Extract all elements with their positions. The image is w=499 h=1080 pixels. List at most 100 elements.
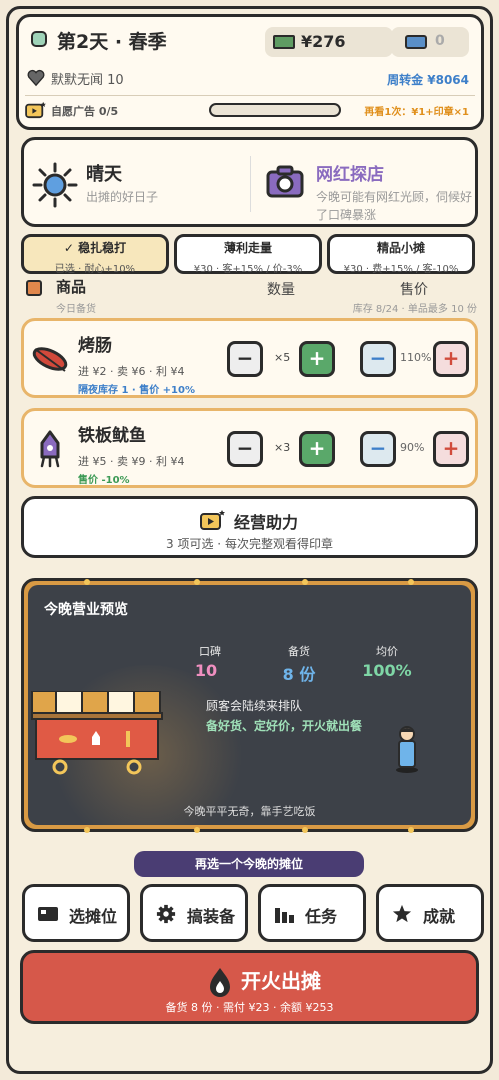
strategy-title: 薄利走量	[223, 241, 272, 255]
qty-value: ×5	[274, 351, 291, 364]
qty-minus-button[interactable]: −	[227, 431, 263, 467]
start-title: 开火出摊	[241, 969, 321, 993]
stat-reputation-label: 口碑	[199, 645, 221, 658]
day-title: 第2天 · 春季	[57, 31, 167, 53]
cash-value: ¥276	[301, 32, 346, 51]
cash-pill: ¥276	[265, 27, 393, 57]
price-percent: 90%	[400, 441, 425, 454]
nav-achievements-button[interactable]: 成就	[376, 884, 484, 942]
item-economics: 进 ¥2 · 卖 ¥6 · 利 ¥4	[78, 365, 185, 378]
stock-info: 库存 8/24 · 单品最多 10 份	[352, 304, 477, 315]
customer-icon	[396, 726, 418, 773]
divider	[25, 95, 475, 96]
strategy-desc: 已选 · 耐心+10%	[54, 264, 136, 275]
item-note: 隔夜库存 1 · 售价 +10%	[78, 385, 195, 396]
goods-item: 烤肠 进 ¥2 · 卖 ¥6 · 利 ¥4 隔夜库存 1 · 售价 +10% −…	[21, 318, 478, 398]
stat-reputation-value: 10	[194, 661, 218, 680]
ticket-icon	[405, 35, 427, 49]
qty-plus-button[interactable]: +	[299, 431, 335, 467]
strategy-premium[interactable]: 精品小摊 ¥30 · 费+15% / 客-10%	[327, 234, 475, 275]
preview-footer: 今晚平平无奇，靠手艺吃饭	[183, 805, 316, 818]
qty-minus-button[interactable]: −	[227, 341, 263, 377]
price-minus-button[interactable]: −	[360, 341, 396, 377]
stat-stock-value: 8 份	[282, 665, 316, 684]
ad-video-icon[interactable]	[25, 101, 47, 119]
flame-icon	[210, 968, 230, 997]
light-bulb	[194, 827, 200, 833]
ticket-value: 0	[435, 33, 445, 49]
day-icon	[31, 31, 47, 47]
preview-tip: 备好货、定好价，开火就出餐	[206, 719, 363, 733]
qty-value: ×3	[274, 441, 291, 454]
camera-icon	[266, 165, 304, 198]
qty-plus-button[interactable]: +	[299, 341, 335, 377]
goods-subtitle: 今日备货	[56, 304, 96, 315]
strategy-volume[interactable]: 薄利走量 ¥30 · 客+15% / 价-3%	[174, 234, 322, 275]
start-subtitle: 备货 8 份 · 需付 ¥23 · 余额 ¥253	[165, 1001, 334, 1014]
ad-progress-bar	[209, 103, 341, 117]
star-icon	[392, 904, 412, 923]
stat-price-value: 100%	[362, 661, 412, 680]
sausage-icon	[32, 347, 68, 372]
ads-count: 自愿广告 0/5	[51, 105, 119, 118]
nav-label: 选摊位	[69, 907, 118, 926]
preview-panel: 今晚营业预览 口碑 10 备货 8 份 均价 100% 顾客会陆续来排队 备好货…	[21, 578, 478, 833]
column-price: 售价	[400, 282, 428, 298]
event-desc: 今晚可能有网红光顾，伺候好了口碑暴涨	[316, 190, 473, 222]
strategy-title: 精品小摊	[376, 241, 425, 255]
stall-icon	[38, 907, 58, 921]
start-stall-button[interactable]: 开火出摊 备货 8 份 · 需付 ¥23 · 余额 ¥253	[20, 950, 479, 1024]
preview-message: 顾客会陆续来排队	[206, 699, 303, 713]
weather-event-card: 晴天 出摊的好日子 网红探店 今晚可能有网红光顾，伺候好了口碑暴涨	[21, 137, 478, 227]
strategy-desc: ¥30 · 客+15% / 价-3%	[193, 264, 303, 275]
goods-title: 商品	[56, 278, 87, 296]
price-plus-button[interactable]: +	[433, 341, 469, 377]
ticket-pill: 0	[391, 27, 469, 57]
boost-subtitle: 3 项可选 · 每次完整观看得印章	[166, 537, 333, 551]
stat-price-label: 均价	[376, 645, 398, 658]
divider	[250, 156, 251, 212]
nav-label: 成就	[423, 907, 456, 926]
boost-title: 经营助力	[234, 513, 299, 532]
item-name: 烤肠	[78, 336, 112, 356]
price-plus-button[interactable]: +	[433, 431, 469, 467]
preview-title: 今晚营业预览	[44, 602, 128, 618]
price-minus-button[interactable]: −	[360, 431, 396, 467]
squid-icon	[40, 430, 60, 468]
nav-tasks-button[interactable]: 任务	[258, 884, 366, 942]
item-economics: 进 ¥5 · 卖 ¥9 · 利 ¥4	[78, 455, 185, 468]
nav-label: 任务	[305, 907, 338, 926]
boost-button[interactable]: 经营助力 3 项可选 · 每次完整观看得印章	[21, 496, 478, 558]
preview-screen: 今晚营业预览 口碑 10 备货 8 份 均价 100% 顾客会陆续来排队 备好货…	[28, 585, 471, 825]
food-cart-illustration	[31, 691, 163, 775]
light-bulb	[408, 827, 414, 833]
light-bulb	[84, 827, 90, 833]
cash-icon	[273, 35, 295, 49]
bag-icon	[26, 280, 42, 296]
item-name: 铁板鱿鱼	[78, 426, 146, 446]
sun-icon	[32, 162, 78, 208]
event-title: 网红探店	[316, 165, 384, 185]
weather-subtitle: 出摊的好日子	[86, 190, 159, 204]
nav-gear-button[interactable]: 搞装备	[140, 884, 248, 942]
light-bulb	[302, 827, 308, 833]
ad-video-icon	[200, 510, 225, 530]
nav-label: 搞装备	[187, 907, 236, 926]
change-location-button[interactable]: 再选一个今晚的摊位	[134, 851, 364, 877]
item-note: 售价 -10%	[78, 475, 130, 486]
stat-stock-label: 备货	[288, 645, 310, 658]
ad-reward-hint[interactable]: 再看1次：¥1+印章×1	[364, 103, 469, 118]
heart-icon	[27, 69, 45, 87]
nav-stall-button[interactable]: 选摊位	[22, 884, 130, 942]
goods-item: 铁板鱿鱼 进 ¥5 · 卖 ¥9 · 利 ¥4 售价 -10% − ×3 + −…	[21, 408, 478, 488]
status-header: 第2天 · 春季 ¥276 0 默默无闻 10 周转金 ¥8064 自愿广告 0…	[16, 14, 484, 130]
strategy-steady[interactable]: ✓ 稳扎稳打 已选 · 耐心+10%	[21, 234, 169, 275]
tasks-icon	[275, 908, 294, 923]
column-quantity: 数量	[267, 282, 295, 298]
reputation-text: 默默无闻 10	[51, 73, 124, 88]
weekly-fund: 周转金 ¥8064	[387, 73, 469, 87]
weather-title: 晴天	[86, 164, 122, 185]
gear-icon	[156, 904, 176, 924]
strategy-desc: ¥30 · 费+15% / 客-10%	[343, 264, 459, 275]
strategy-title: ✓ 稳扎稳打	[63, 241, 127, 255]
